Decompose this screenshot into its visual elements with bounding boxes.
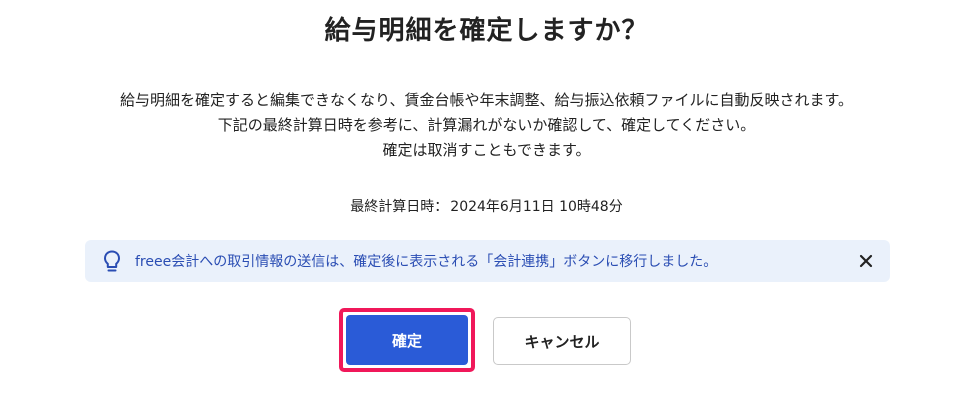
dialog-description: 給与明細を確定すると編集できなくなり、賃金台帳や年末調整、給与振込依頼ファイルに… — [0, 88, 973, 163]
last-calculation-label: 最終計算日時： — [350, 199, 449, 215]
description-line-1: 給与明細を確定すると編集できなくなり、賃金台帳や年末調整、給与振込依頼ファイルに… — [120, 91, 853, 109]
description-line-2: 下記の最終計算日時を参考に、計算漏れがないか確認して、確定してください。 — [217, 116, 756, 134]
info-notice: freee会計への取引情報の送信は、確定後に表示される「会計連携」ボタンに移行し… — [85, 240, 890, 282]
description-line-3: 確定は取消すこともできます。 — [382, 141, 591, 159]
notice-text: freee会計への取引情報の送信は、確定後に表示される「会計連携」ボタンに移行し… — [135, 254, 718, 270]
confirm-button[interactable]: 確定 — [346, 315, 468, 365]
cancel-button[interactable]: キャンセル — [493, 317, 631, 365]
confirm-dialog: 給与明細を確定しますか？ 給与明細を確定すると編集できなくなり、賃金台帳や年末調… — [0, 0, 973, 396]
dialog-title: 給与明細を確定しますか？ — [324, 16, 649, 46]
confirm-button-highlight: 確定 — [339, 308, 475, 372]
close-icon[interactable] — [856, 251, 876, 271]
last-calculation-value: 2024年6月11日 10時48分 — [450, 199, 623, 215]
lightbulb-icon — [104, 250, 120, 272]
last-calculation-info: 最終計算日時： 2024年6月11日 10時48分 — [0, 196, 973, 216]
